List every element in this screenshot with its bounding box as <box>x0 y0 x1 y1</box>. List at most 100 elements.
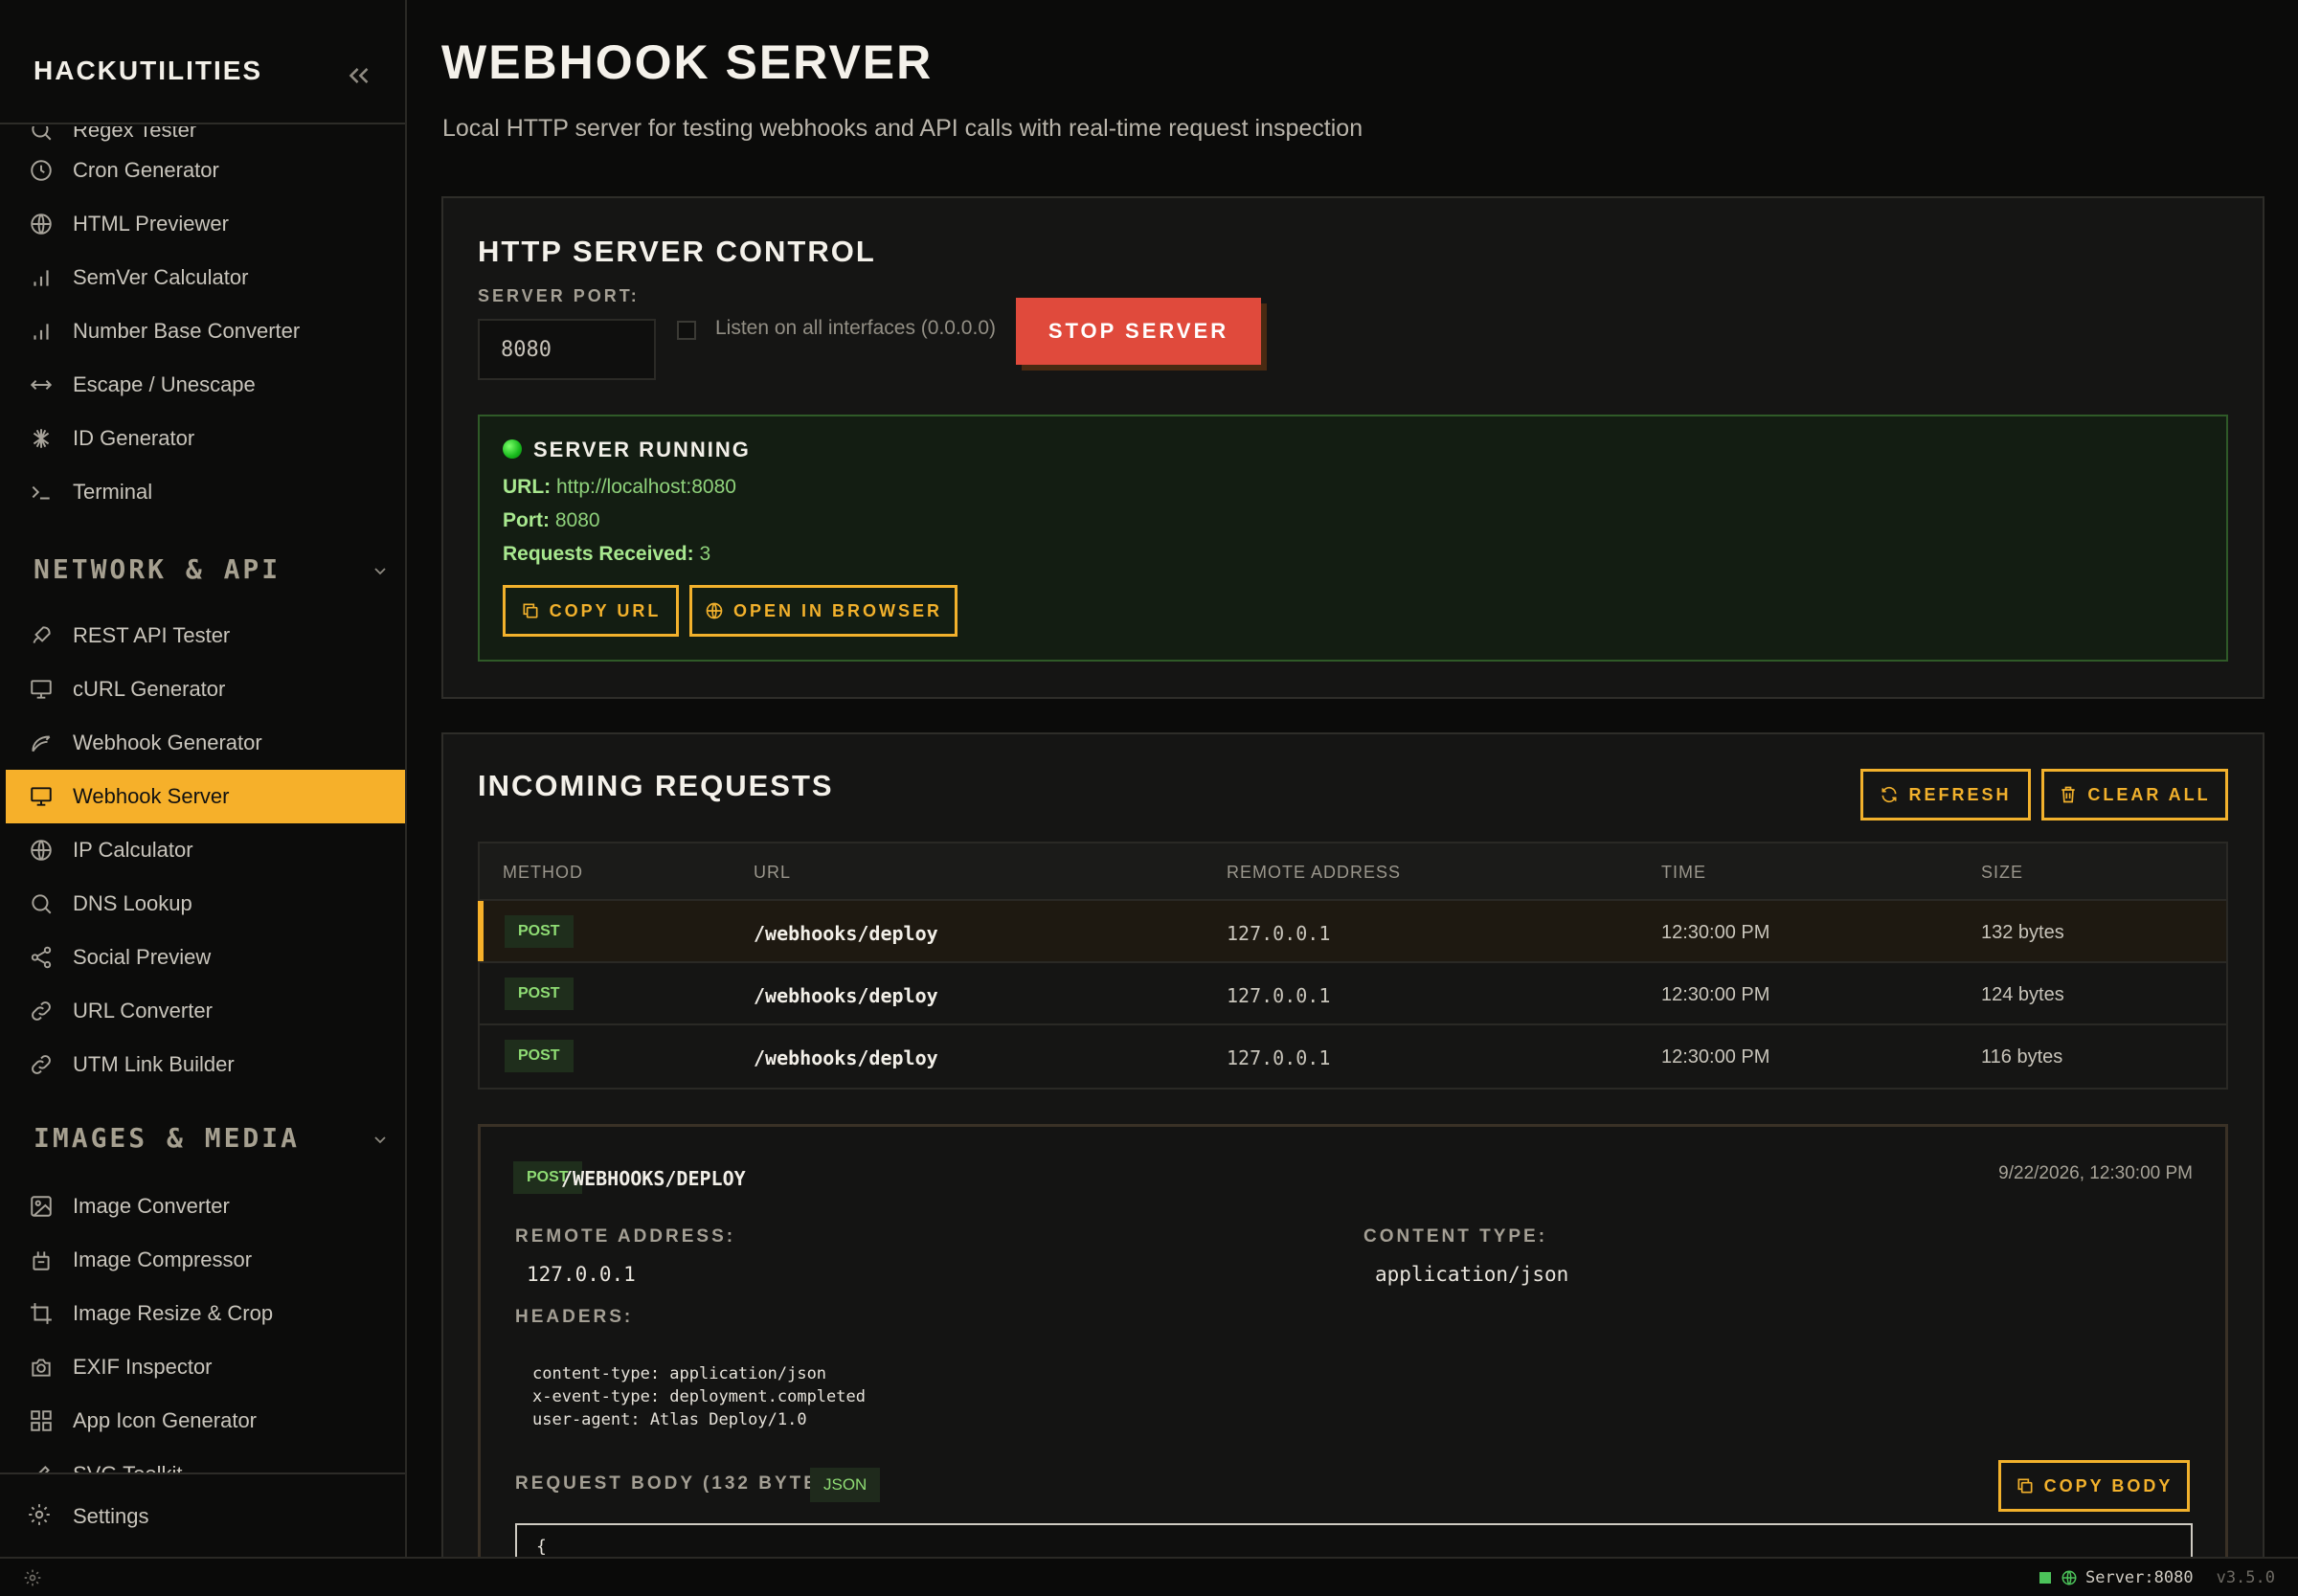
sidebar-item-app-icon-generator[interactable]: App Icon Generator <box>6 1394 405 1448</box>
bar-chart-icon <box>27 317 56 346</box>
status-bar-right: Server:8080 v3.5.0 <box>2039 1568 2275 1587</box>
sidebar-item-label: UTM Link Builder <box>73 1052 235 1076</box>
request-body-viewer[interactable]: { <box>515 1523 2193 1557</box>
page-title: WEBHOOK SERVER <box>441 35 934 89</box>
detail-path: /WEBHOOKS/DEPLOY <box>561 1167 746 1190</box>
gear-icon[interactable] <box>23 1568 42 1587</box>
sidebar-item-image-resize-crop[interactable]: Image Resize & Crop <box>6 1287 405 1340</box>
sidebar-item-label: REST API Tester <box>73 623 231 647</box>
detail-timestamp: 9/22/2026, 12:30:00 PM <box>1998 1163 2193 1183</box>
sidebar-item-exif-inspector[interactable]: EXIF Inspector <box>6 1340 405 1394</box>
clear-all-button[interactable]: CLEAR ALL <box>2041 769 2228 820</box>
sidebar-item-label: Webhook Generator <box>73 731 262 754</box>
sidebar-item-label: Terminal <box>73 480 153 504</box>
sidebar-item-label: URL Converter <box>73 999 213 1023</box>
table-row[interactable]: POST /webhooks/deploy 127.0.0.1 12:30:00… <box>480 963 2226 1025</box>
image-icon <box>27 1192 56 1221</box>
listen-all-label[interactable]: Listen on all interfaces (0.0.0.0) <box>715 317 996 340</box>
sidebar-item-image-converter[interactable]: Image Converter <box>6 1180 405 1233</box>
chevron-down-icon <box>369 1126 392 1149</box>
method-badge: POST <box>505 915 574 948</box>
sidebar-item-label: SemVer Calculator <box>73 265 249 289</box>
link-icon <box>27 997 56 1025</box>
section-network-api[interactable]: NETWORK & API <box>34 553 397 585</box>
sidebar-item-svg-toolkit[interactable]: SVG Toolkit <box>6 1448 405 1472</box>
rocket-icon <box>27 621 56 650</box>
stop-server-button[interactable]: STOP SERVER <box>1016 298 1261 365</box>
copy-body-button[interactable]: COPY BODY <box>1998 1460 2190 1512</box>
grid-icon <box>27 1406 56 1435</box>
requests-table: METHOD URL REMOTE ADDRESS TIME SIZE POST… <box>478 842 2228 1090</box>
request-size: 116 bytes <box>1981 1046 2063 1068</box>
copy-url-button[interactable]: COPY URL <box>503 585 679 637</box>
sidebar-item-social-preview[interactable]: Social Preview <box>6 931 405 984</box>
sidebar-item-label: Image Converter <box>73 1194 230 1218</box>
sidebar-item-webhook-server[interactable]: Webhook Server <box>6 770 405 823</box>
sidebar-item-ip-calculator[interactable]: IP Calculator <box>6 823 405 877</box>
server-status-indicator <box>2039 1572 2051 1584</box>
column-header[interactable]: SIZE <box>1981 863 2023 883</box>
sidebar-item-label: IP Calculator <box>73 838 193 862</box>
sidebar-item-label: Image Resize & Crop <box>73 1301 274 1325</box>
request-url: /webhooks/deploy <box>754 1046 938 1069</box>
sidebar-item-label: DNS Lookup <box>73 891 192 915</box>
table-row[interactable]: POST /webhooks/deploy 127.0.0.1 12:30:00… <box>480 1025 2226 1088</box>
sidebar-item-label: Cron Generator <box>73 158 219 182</box>
sidebar-item-curl-generator[interactable]: cURL Generator <box>6 663 405 716</box>
sidebar-item-settings[interactable]: Settings <box>6 1494 149 1540</box>
refresh-icon <box>1881 786 1897 803</box>
sidebar-item-image-compressor[interactable]: Image Compressor <box>6 1233 405 1287</box>
link-icon <box>27 1050 56 1079</box>
content-type-value: application/json <box>1375 1263 1569 1286</box>
incoming-requests-card: INCOMING REQUESTS REFRESH CLEAR ALL METH… <box>441 732 2264 1557</box>
column-header[interactable]: TIME <box>1661 863 1706 883</box>
globe-icon <box>706 602 723 619</box>
table-row[interactable]: POST /webhooks/deploy 127.0.0.1 12:30:00… <box>478 901 2226 963</box>
sidebar-item-label: Webhook Server <box>73 784 230 808</box>
sidebar-footer: Settings <box>0 1472 405 1557</box>
chevron-down-icon <box>369 557 392 580</box>
request-body-label: REQUEST BODY (132 BYTES): <box>515 1473 852 1494</box>
globe-icon <box>27 836 56 865</box>
port-input[interactable]: 8080 <box>478 319 656 380</box>
sidebar-item-html-previewer[interactable]: HTML Previewer <box>6 197 405 251</box>
listen-all-checkbox[interactable] <box>677 321 696 340</box>
copy-icon <box>523 603 538 618</box>
sidebar-item-url-converter[interactable]: URL Converter <box>6 984 405 1038</box>
incoming-requests-title: INCOMING REQUESTS <box>478 769 834 802</box>
sidebar-item-rest-api-tester[interactable]: REST API Tester <box>6 609 405 663</box>
sidebar-item-utm-link-builder[interactable]: UTM Link Builder <box>6 1038 405 1091</box>
spark-icon <box>27 424 56 453</box>
clock-icon <box>27 156 56 185</box>
sidebar-item-webhook-generator[interactable]: Webhook Generator <box>6 716 405 770</box>
table-header: METHOD URL REMOTE ADDRESS TIME SIZE <box>480 843 2226 901</box>
globe-icon <box>27 210 56 238</box>
sidebar-item-terminal[interactable]: Terminal <box>6 465 405 519</box>
server-url[interactable]: http://localhost:8080 <box>556 476 736 498</box>
sidebar-item-id-generator[interactable]: ID Generator <box>6 412 405 465</box>
collapse-sidebar-icon[interactable] <box>343 59 375 92</box>
sidebar-item-semver-calculator[interactable]: SemVer Calculator <box>6 251 405 304</box>
section-images-media[interactable]: IMAGES & MEDIA <box>34 1122 397 1154</box>
sidebar-nav[interactable]: Regex Tester Cron Generator HTML Preview… <box>0 126 405 1472</box>
open-in-browser-button[interactable]: OPEN IN BROWSER <box>689 585 958 637</box>
column-header[interactable]: METHOD <box>503 863 583 883</box>
body-format-badge: JSON <box>810 1468 881 1502</box>
request-url: /webhooks/deploy <box>754 984 938 1007</box>
status-indicator-icon <box>503 439 522 459</box>
column-header[interactable]: REMOTE ADDRESS <box>1227 863 1401 883</box>
globe-icon <box>2061 1570 2077 1585</box>
sidebar: HACKUTILITIES Regex Tester Cron Generato… <box>0 0 407 1557</box>
sidebar-item-number-base-converter[interactable]: Number Base Converter <box>6 304 405 358</box>
sidebar-item-cron-generator[interactable]: Cron Generator <box>6 144 405 197</box>
sidebar-item-dns-lookup[interactable]: DNS Lookup <box>6 877 405 931</box>
compress-icon <box>27 1246 56 1274</box>
request-url: /webhooks/deploy <box>754 922 938 945</box>
sidebar-item-escape-unescape[interactable]: Escape / Unescape <box>6 358 405 412</box>
column-header[interactable]: URL <box>754 863 791 883</box>
server-status[interactable]: Server:8080 <box>2061 1568 2194 1587</box>
refresh-button[interactable]: REFRESH <box>1860 769 2031 820</box>
remote-address-value: 127.0.0.1 <box>527 1263 636 1286</box>
request-detail-panel: POST /WEBHOOKS/DEPLOY 9/22/2026, 12:30:0… <box>478 1124 2228 1557</box>
headers-label: HEADERS: <box>515 1307 634 1327</box>
